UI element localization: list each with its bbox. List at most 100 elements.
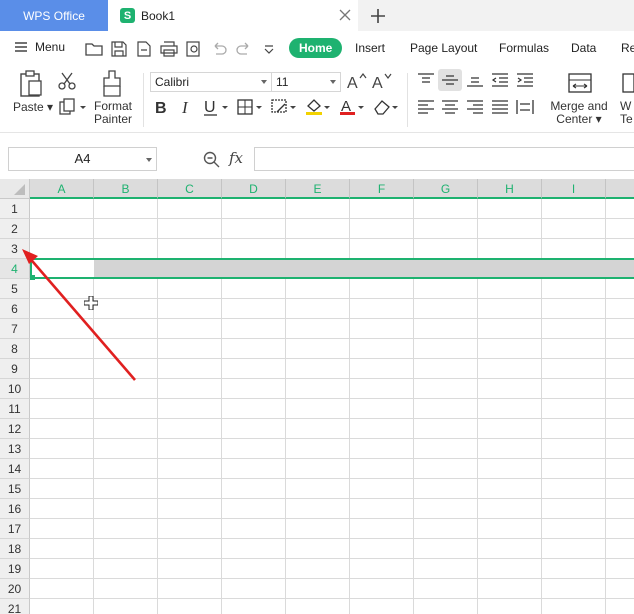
fill-handle[interactable] <box>30 275 35 280</box>
align-right-icon[interactable] <box>466 99 484 115</box>
ribbon-separator <box>143 73 144 127</box>
font-size-select[interactable]: 11 <box>271 72 341 92</box>
decrease-indent-icon[interactable] <box>491 72 509 88</box>
row-header-16[interactable]: 16 <box>0 499 30 519</box>
customize-toolbar-icon[interactable] <box>260 41 278 57</box>
increase-indent-icon[interactable] <box>516 72 534 88</box>
tab-page-layout[interactable]: Page Layout <box>410 41 477 55</box>
tab-home[interactable]: Home <box>289 38 343 58</box>
format-painter-icon[interactable] <box>100 70 124 98</box>
wrap-text-icon[interactable] <box>622 72 634 94</box>
italic-icon[interactable]: I <box>180 98 194 116</box>
merge-center-button[interactable]: Merge and Center ▾ <box>549 100 609 126</box>
row-header-10[interactable]: 10 <box>0 379 30 399</box>
tab-book1[interactable]: S Book1 <box>108 0 358 31</box>
row-header-18[interactable]: 18 <box>0 539 30 559</box>
align-left-icon[interactable] <box>417 99 435 115</box>
column-header-b[interactable]: B <box>94 179 158 199</box>
justify-icon[interactable] <box>491 99 509 115</box>
format-painter-button[interactable]: Format Painter <box>92 100 134 126</box>
row-header-1[interactable]: 1 <box>0 199 30 219</box>
open-folder-icon[interactable] <box>85 41 103 57</box>
print-preview-icon[interactable] <box>185 41 203 57</box>
ribbon-separator <box>407 73 408 127</box>
fill-color-icon[interactable] <box>305 98 333 116</box>
merge-label-line2: Center <box>556 112 593 126</box>
select-all-corner[interactable] <box>0 179 30 199</box>
underline-icon[interactable]: U <box>203 98 231 116</box>
save-icon[interactable] <box>110 41 128 57</box>
name-box[interactable]: A4 <box>8 147 157 171</box>
row-header-14[interactable]: 14 <box>0 459 30 479</box>
row-header-11[interactable]: 11 <box>0 399 30 419</box>
menu-button[interactable]: Menu <box>14 40 65 54</box>
insert-function-fx[interactable]: fx <box>229 149 243 167</box>
print-icon[interactable] <box>160 41 178 57</box>
format-painter-label-line2: Painter <box>93 112 133 126</box>
zoom-icon[interactable] <box>203 151 221 169</box>
column-header-f[interactable]: F <box>350 179 414 199</box>
tab-formulas[interactable]: Formulas <box>499 41 549 55</box>
row-header-15[interactable]: 15 <box>0 479 30 499</box>
align-top-icon[interactable] <box>417 72 435 88</box>
tab-review[interactable]: Re <box>621 41 634 55</box>
column-header-g[interactable]: G <box>414 179 478 199</box>
row-header-5[interactable]: 5 <box>0 279 30 299</box>
chevron-down-icon <box>261 80 267 84</box>
borders-icon[interactable] <box>237 98 265 116</box>
align-middle-icon[interactable] <box>441 72 459 88</box>
column-header-h[interactable]: H <box>478 179 542 199</box>
row-header-2[interactable]: 2 <box>0 219 30 239</box>
row-header-19[interactable]: 19 <box>0 559 30 579</box>
font-size-value: 11 <box>276 75 289 89</box>
export-pdf-icon[interactable] <box>135 41 153 57</box>
row-header-17[interactable]: 17 <box>0 519 30 539</box>
row-header-9[interactable]: 9 <box>0 359 30 379</box>
paste-icon[interactable] <box>18 70 44 98</box>
row-header-6[interactable]: 6 <box>0 299 30 319</box>
row-header-8[interactable]: 8 <box>0 339 30 359</box>
formula-input[interactable] <box>254 147 634 171</box>
name-box-value: A4 <box>74 151 91 166</box>
new-tab-plus-icon[interactable] <box>368 6 388 26</box>
copy-icon[interactable] <box>59 98 87 116</box>
cut-icon[interactable] <box>57 72 77 90</box>
paste-label: Paste <box>13 100 44 114</box>
bold-icon[interactable]: B <box>154 98 170 116</box>
row-header-21[interactable]: 21 <box>0 599 30 614</box>
chevron-down-icon <box>330 80 336 84</box>
column-header-a[interactable]: A <box>30 179 94 199</box>
active-cell-a4[interactable] <box>30 258 94 279</box>
cell-style-icon[interactable] <box>271 98 299 116</box>
row-header-12[interactable]: 12 <box>0 419 30 439</box>
tab-insert[interactable]: Insert <box>355 41 385 55</box>
row-header-4[interactable]: 4 <box>0 259 30 279</box>
clear-format-icon[interactable] <box>373 98 401 116</box>
font-color-icon[interactable]: A <box>339 98 367 116</box>
paste-button[interactable]: Paste ▾ <box>13 101 53 114</box>
row-header-3[interactable]: 3 <box>0 239 30 259</box>
close-icon[interactable] <box>338 8 352 22</box>
increase-font-size-icon[interactable]: A <box>347 72 367 90</box>
row-header-20[interactable]: 20 <box>0 579 30 599</box>
row-header-13[interactable]: 13 <box>0 439 30 459</box>
hamburger-icon <box>15 42 27 52</box>
align-center-icon[interactable] <box>441 99 459 115</box>
distributed-icon[interactable] <box>516 99 534 115</box>
svg-text:I: I <box>181 98 189 116</box>
wrap-text-button[interactable]: W Te <box>620 100 634 126</box>
column-header-i[interactable]: I <box>542 179 606 199</box>
column-header-c[interactable]: C <box>158 179 222 199</box>
decrease-font-size-icon[interactable]: A <box>372 72 392 90</box>
column-header-d[interactable]: D <box>222 179 286 199</box>
redo-icon[interactable] <box>235 41 253 57</box>
merge-center-icon[interactable] <box>568 72 592 94</box>
row-header-7[interactable]: 7 <box>0 319 30 339</box>
column-header-e[interactable]: E <box>286 179 350 199</box>
font-name-select[interactable]: Calibri <box>150 72 272 92</box>
undo-icon[interactable] <box>210 41 228 57</box>
tab-data[interactable]: Data <box>571 41 596 55</box>
tab-book1-label: Book1 <box>141 8 176 23</box>
tab-wps-office[interactable]: WPS Office <box>0 0 108 31</box>
align-bottom-icon[interactable] <box>466 72 484 88</box>
